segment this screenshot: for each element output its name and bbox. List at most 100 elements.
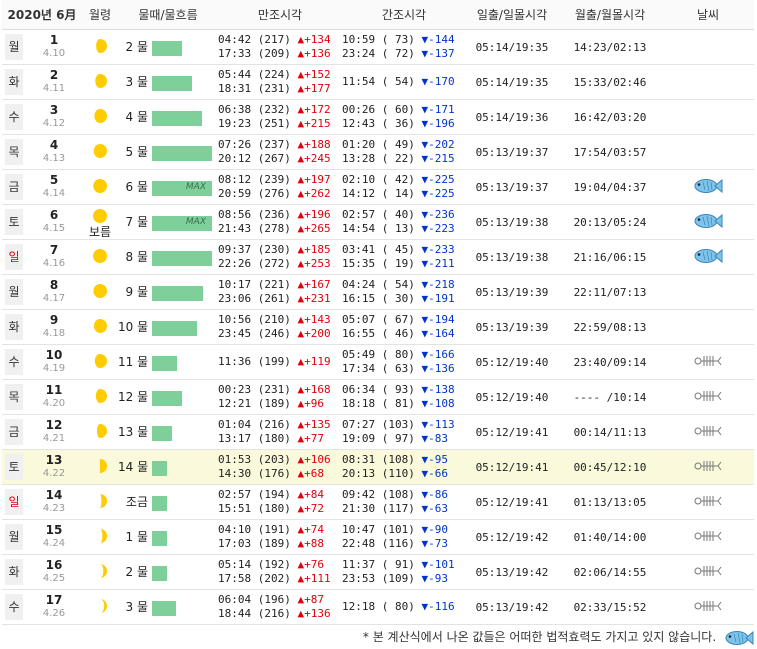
sunrise-sunset: 05:13/19:38 [466,239,558,275]
low-tide-2: 15:35 ( 19) ▼-211 [342,257,455,270]
weather-cell [662,204,754,240]
tide-day-label: 5 물 [125,145,149,160]
low-tide-2: 17:34 ( 63) ▼-136 [342,362,455,375]
high-tide-1: 08:12 (239) ▲+197 [218,173,331,186]
sunrise-sunset: 05:12/19:42 [466,519,558,555]
low-tide-2: 13:28 ( 22) ▼-215 [342,152,455,165]
tide-day-label: 2 물 [125,40,149,55]
high-tide-1: 05:14 (192) ▲+76 [218,558,324,571]
moonrise-moonset: 15:33/02:46 [558,64,662,100]
high-tide-2: 20:12 (267) ▲+245 [218,152,331,165]
lunar-date: 4.22 [42,468,66,479]
solar-date: 15 [45,523,63,537]
low-tide-1: 03:41 ( 45) ▼-233 [342,243,455,256]
fish-bone-icon [694,425,722,441]
weather-cell [662,239,754,275]
low-tide-2: 20:13 (110) ▼-66 [342,467,448,480]
solar-date: 1 [49,33,59,47]
table-row: 목 11 4.20 12 물 00:23 (231) ▲+168 12:21 (189) … [2,379,754,415]
high-tide-2: 23:06 (261) ▲+231 [218,292,331,305]
tide-day-label: 4 물 [125,110,149,125]
solar-date: 2 [49,68,59,82]
high-tide-1: 07:26 (237) ▲+188 [218,138,331,151]
sunrise-sunset: 05:14/19:35 [466,64,558,100]
weather-cell [662,554,754,590]
moon-phase-icon [91,492,109,513]
day-of-week: 금 [5,174,23,200]
tide-day-label: 3 물 [125,75,149,90]
moonrise-moonset: 22:59/08:13 [558,309,662,345]
low-tide-2: 23:53 (109) ▼-93 [342,572,448,585]
high-tide-2: 18:44 (216) ▲+136 [218,607,331,620]
moonrise-moonset-header: 월출/월몰시각 [558,0,662,30]
moonrise-moonset: 19:04/04:37 [558,169,662,205]
tide-flow-bar [152,425,172,441]
day-of-week: 월 [5,524,23,550]
lunar-date: 4.20 [42,398,66,409]
high-tide-1: 04:10 (191) ▲+74 [218,523,324,536]
lunar-date: 4.23 [42,503,66,514]
low-tide-1: 10:59 ( 73) ▼-144 [342,33,455,46]
high-tide-header: 만조시각 [218,0,342,30]
fish-bone-icon [694,600,722,616]
table-row: 월 8 4.17 9 물 10:17 (221) ▲+167 23:06 (261) ▲+… [2,274,754,310]
low-tide-1: 01:20 ( 49) ▼-202 [342,138,455,151]
high-tide-1: 01:04 (216) ▲+135 [218,418,331,431]
solar-date: 14 [45,488,63,502]
tide-flow-bar [152,75,192,91]
lunar-date: 4.16 [42,258,66,269]
weather-header: 날씨 [662,0,754,30]
moon-phase-icon [91,37,109,58]
tide-flow-bar [152,285,203,301]
tide-day-label: 7 물 [125,215,149,230]
low-tide-1: 11:37 ( 91) ▼-101 [342,558,455,571]
moonrise-moonset: 23:40/09:14 [558,344,662,380]
moon-phase-icon [91,107,109,128]
solar-date: 11 [45,383,63,397]
low-tide-2: 12:43 ( 36) ▼-196 [342,117,455,130]
solar-date: 7 [49,243,59,257]
lunar-date: 4.14 [42,188,66,199]
high-tide-1: 10:17 (221) ▲+167 [218,278,331,291]
solar-date: 9 [49,313,59,327]
tide-day-label: 13 물 [118,425,149,440]
sunrise-sunset: 05:13/19:39 [466,309,558,345]
table-row: 일 14 4.23 조금 02:57 (194) ▲+84 15:51 (180) ▲+7… [2,484,754,520]
sunrise-sunset: 05:12/19:40 [466,344,558,380]
weather-cell [662,309,754,345]
solar-date: 17 [45,593,63,607]
solar-date: 13 [45,453,63,467]
high-tide-2: 20:59 (276) ▲+262 [218,187,331,200]
low-tide-1: 11:54 ( 54) ▼-170 [342,75,455,88]
moonrise-moonset: 17:54/03:57 [558,134,662,170]
low-tide-1: 06:34 ( 93) ▼-138 [342,383,455,396]
tide-day-label: 10 물 [118,320,149,335]
solar-date: 4 [49,138,59,152]
low-tide-2: 14:54 ( 13) ▼-223 [342,222,455,235]
table-row: 화 9 4.18 10 물 10:56 (210) ▲+143 23:45 (246) ▲… [2,309,754,345]
table-row: 금 5 4.14 6 물 MAX 08:12 (239) ▲+197 20:59 (276)… [2,169,754,205]
lunar-date: 4.18 [42,328,66,339]
table-row: 화 2 4.11 3 물 05:44 (224) ▲+152 18:31 (231) ▲+… [2,64,754,100]
low-tide-2: 21:30 (117) ▼-63 [342,502,448,515]
tide-flow-bar [152,565,167,581]
solar-date: 6 [49,208,59,222]
fish-bone-icon [694,565,722,581]
moon-phase-icon [91,387,109,408]
moon-phase-icon [91,317,109,338]
lunar-date: 4.19 [42,363,66,374]
high-tide-1: 10:56 (210) ▲+143 [218,313,331,326]
low-tide-2: 16:55 ( 46) ▼-164 [342,327,455,340]
high-tide-1: 09:37 (230) ▲+185 [218,243,331,256]
day-of-week: 일 [5,489,23,515]
moonrise-moonset: 02:06/14:55 [558,554,662,590]
moonrise-moonset: 21:16/06:15 [558,239,662,275]
tide-flow-bar [152,110,202,126]
weather-cell [662,29,754,65]
moon-phase-icon [91,457,109,478]
sunrise-sunset: 05:13/19:39 [466,274,558,310]
moon-phase-icon [91,142,109,163]
low-tide-1: 00:26 ( 60) ▼-171 [342,103,455,116]
moon-phase-icon [91,597,109,618]
table-row: 토 13 4.22 14 물 01:53 (203) ▲+106 14:30 (176) … [2,449,754,485]
